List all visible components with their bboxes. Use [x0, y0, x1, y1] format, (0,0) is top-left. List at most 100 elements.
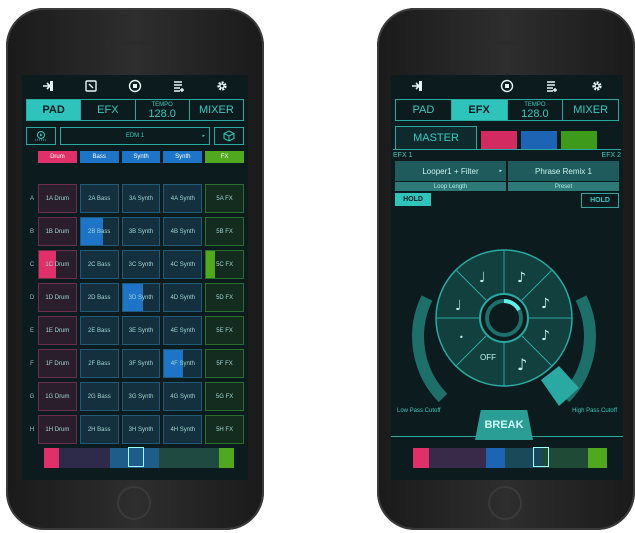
- break-button[interactable]: BREAK: [475, 410, 533, 440]
- note-icon: •: [459, 333, 464, 342]
- pad-button[interactable]: 5E FX: [205, 316, 244, 345]
- cube-button[interactable]: [214, 127, 244, 145]
- pad-label: 5G FX: [215, 393, 234, 400]
- pad-progress-fill: [206, 251, 216, 278]
- pad-label: 2A Bass: [88, 195, 111, 202]
- pad-button[interactable]: 4B Synth: [163, 217, 203, 246]
- pad-button[interactable]: 3B Synth: [121, 217, 161, 246]
- efx1-selector[interactable]: Looper1 + Filter ▸ Loop Length: [395, 161, 506, 191]
- pad-button[interactable]: 1D Drum: [38, 283, 77, 312]
- row-label: G: [29, 393, 35, 400]
- pad-button[interactable]: 3H Synth: [121, 415, 161, 444]
- chevron-right-icon: ▸: [499, 168, 502, 174]
- pad-button[interactable]: 1E Drum: [38, 316, 77, 345]
- strip-selector[interactable]: [128, 447, 144, 467]
- tempo-display[interactable]: TEMPO 128.0: [508, 100, 564, 120]
- record-icon[interactable]: [500, 79, 514, 93]
- note-icon: ♪: [517, 270, 526, 286]
- color-strip[interactable]: [413, 447, 607, 468]
- pad-grid: A 1A Drum 2A Bass 3A Synth 4A Synth 5A FX B 1B …: [26, 183, 244, 447]
- record-icon[interactable]: [128, 79, 142, 93]
- pad-button[interactable]: 4E Synth: [163, 316, 203, 345]
- pad-label: 4A Synth: [170, 195, 195, 202]
- pad-button[interactable]: 5A FX: [205, 184, 244, 213]
- preset-name: EDM 1: [125, 133, 145, 139]
- pad-button[interactable]: 5C FX: [205, 250, 244, 279]
- pad-label: 5E FX: [216, 327, 233, 334]
- tab-master[interactable]: MASTER: [395, 126, 477, 149]
- pad-button[interactable]: 3D Synth: [121, 283, 161, 312]
- column-header: Drum: [38, 151, 77, 163]
- pad-button[interactable]: 1B Drum: [38, 217, 77, 246]
- pad-button[interactable]: 2B Bass: [79, 217, 119, 246]
- pad-button[interactable]: 1A Drum: [38, 184, 77, 213]
- pad-button[interactable]: 2C Bass: [79, 250, 119, 279]
- efx-labels: EFX 1 EFX 2: [393, 149, 621, 159]
- tempo-display[interactable]: TEMPO 128.0: [136, 100, 190, 120]
- strip-segment-fx: [218, 448, 234, 468]
- pad-button[interactable]: 2E Bass: [79, 316, 119, 345]
- pad-button[interactable]: 5B FX: [205, 217, 244, 246]
- pad-button[interactable]: 1C Drum: [38, 250, 77, 279]
- pad-button[interactable]: 5G FX: [205, 382, 244, 411]
- exit-icon[interactable]: [410, 79, 424, 93]
- color-strip[interactable]: [44, 447, 234, 468]
- pad-button[interactable]: 1G Drum: [38, 382, 77, 411]
- top-toolbar: [391, 75, 623, 97]
- preset-selector[interactable]: EDM 1 ▸: [60, 127, 210, 145]
- pad-button[interactable]: 4F Synth: [163, 349, 203, 378]
- pad-button[interactable]: 4C Synth: [163, 250, 203, 279]
- pad-button[interactable]: 4H Synth: [163, 415, 203, 444]
- tutorial-icon[interactable]: [84, 79, 98, 93]
- pad-button[interactable]: 3F Synth: [121, 349, 161, 378]
- efx2-selector[interactable]: Phrase Remix 1 Preset: [508, 161, 619, 191]
- tab-channel-blue[interactable]: [521, 131, 557, 149]
- gear-icon[interactable]: [215, 79, 229, 93]
- tab-channel-red[interactable]: [481, 131, 517, 149]
- pad-button[interactable]: 4G Synth: [163, 382, 203, 411]
- hold-button-left[interactable]: HOLD: [395, 193, 431, 206]
- pad-button[interactable]: 2D Bass: [79, 283, 119, 312]
- pad-button[interactable]: 1H Drum: [38, 415, 77, 444]
- gear-icon[interactable]: [590, 79, 604, 93]
- playlist-icon[interactable]: [172, 79, 186, 93]
- exit-icon[interactable]: [41, 79, 55, 93]
- low-pass-label: Low Pass Cutoff: [397, 408, 441, 414]
- pad-button[interactable]: 2H Bass: [79, 415, 119, 444]
- sequencer-button[interactable]: [26, 127, 56, 145]
- pad-button[interactable]: 3C Synth: [121, 250, 161, 279]
- tab-channel-green[interactable]: [561, 131, 597, 149]
- pad-button[interactable]: 3A Synth: [121, 184, 161, 213]
- pad-button[interactable]: 3E Synth: [121, 316, 161, 345]
- playlist-icon[interactable]: [545, 79, 559, 93]
- home-button[interactable]: [488, 486, 522, 520]
- hold-bar: HOLD HOLD: [395, 193, 619, 208]
- strip-selector[interactable]: [533, 447, 549, 467]
- phone-right: PAD EFX TEMPO 128.0 MIXER MASTER EFX 1 E…: [377, 8, 635, 530]
- tab-efx[interactable]: EFX: [81, 100, 136, 120]
- tab-efx[interactable]: EFX: [451, 100, 508, 120]
- row-label: D: [29, 294, 35, 301]
- home-button[interactable]: [117, 486, 151, 520]
- tab-pad[interactable]: PAD: [396, 100, 452, 120]
- pad-button[interactable]: 3G Synth: [121, 382, 161, 411]
- pad-button[interactable]: 4A Synth: [163, 184, 203, 213]
- column-header: Synth: [121, 151, 161, 163]
- pad-label: 5A FX: [216, 195, 233, 202]
- pad-button[interactable]: 5D FX: [205, 283, 244, 312]
- pad-button[interactable]: 1F Drum: [38, 349, 77, 378]
- pad-button[interactable]: 5F FX: [205, 349, 244, 378]
- tab-pad[interactable]: PAD: [27, 100, 82, 120]
- pad-row: A 1A Drum 2A Bass 3A Synth 4A Synth 5A FX: [26, 183, 244, 214]
- pad-button[interactable]: 2G Bass: [79, 382, 119, 411]
- hold-button-right[interactable]: HOLD: [581, 193, 619, 208]
- tab-mixer[interactable]: MIXER: [190, 100, 243, 120]
- strip-segment-teal: [158, 448, 219, 468]
- pad-button[interactable]: 2A Bass: [79, 184, 119, 213]
- pad-button[interactable]: 4D Synth: [163, 283, 203, 312]
- pad-button[interactable]: 5H FX: [205, 415, 244, 444]
- tab-mixer[interactable]: MIXER: [563, 100, 618, 120]
- effect-wheel[interactable]: ♩ ♪ ♪ ♩ ♪ ♪ • OFF: [409, 238, 599, 413]
- pad-label: 1A Drum: [45, 195, 70, 202]
- pad-button[interactable]: 2F Bass: [79, 349, 119, 378]
